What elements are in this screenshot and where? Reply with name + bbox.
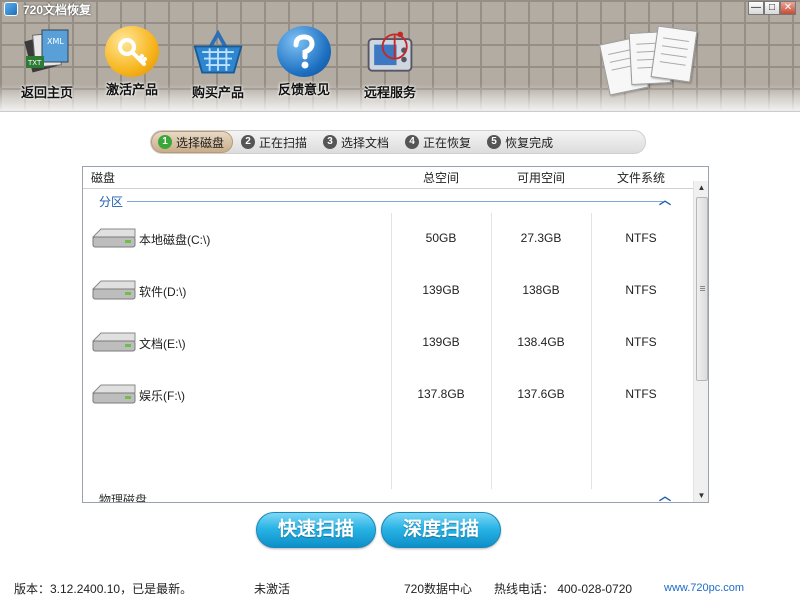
deep-scan-button[interactable]: 深度扫描	[381, 512, 501, 548]
header-total[interactable]: 总空间	[391, 167, 491, 189]
step-scanning: 2 正在扫描	[235, 131, 315, 153]
nav-remote-label: 远程服务	[363, 85, 416, 100]
disk-fs: NTFS	[625, 387, 657, 401]
table-row[interactable]: 本地磁盘(C:\) 50GB 27.3GB NTFS	[83, 213, 693, 265]
remote-service-icon	[363, 26, 417, 80]
table-header: 磁盘 总空间 可用空间 文件系统	[83, 167, 693, 189]
group-partitions[interactable]: 分区 ︿	[83, 189, 693, 213]
scroll-up-icon[interactable]: ▲	[694, 181, 708, 195]
step-number: 3	[323, 135, 338, 149]
hotline-text: 热线电话： 400-028-0720	[494, 582, 633, 596]
hard-drive-icon	[91, 228, 136, 248]
hard-drive-icon	[91, 280, 136, 300]
group-partitions-label: 分区	[99, 195, 124, 209]
disk-name: 本地磁盘(C:\)	[139, 233, 211, 247]
website-link[interactable]: www.720pc.com	[664, 582, 744, 594]
disk-fs: NTFS	[625, 335, 657, 349]
header-fs[interactable]: 文件系统	[591, 167, 691, 189]
help-icon	[277, 26, 331, 77]
step-complete: 5 恢复完成	[481, 131, 561, 153]
key-icon	[105, 26, 159, 77]
nav-activate[interactable]: 激活产品	[100, 26, 164, 98]
step-label: 正在扫描	[259, 135, 308, 150]
scroll-down-icon[interactable]: ▼	[694, 489, 708, 502]
table-row[interactable]: 娱乐(F:\) 137.8GB 137.6GB NTFS	[83, 369, 693, 421]
svg-text:TXT: TXT	[27, 59, 42, 67]
svg-text:XML: XML	[47, 37, 64, 46]
disk-name: 文档(E:\)	[139, 337, 186, 351]
disk-fs: NTFS	[625, 283, 657, 297]
disk-total: 139GB	[422, 335, 460, 349]
disk-free: 138.4GB	[517, 335, 565, 349]
title-bar: 720文档恢复	[0, 0, 800, 18]
nav-feedback[interactable]: 反馈意见	[272, 26, 336, 98]
group-physical-label: 物理磁盘	[99, 493, 148, 503]
app-icon	[4, 2, 18, 16]
step-number: 1	[158, 135, 172, 149]
data-center-link[interactable]: 720数据中心	[404, 580, 472, 597]
quick-scan-button[interactable]: 快速扫描	[256, 512, 376, 548]
window-title: 720文档恢复	[23, 2, 92, 17]
header-disk[interactable]: 磁盘	[91, 167, 115, 189]
step-label: 正在恢复	[423, 135, 472, 150]
disk-free: 27.3GB	[520, 231, 562, 245]
header-free[interactable]: 可用空间	[491, 167, 591, 189]
disk-list-panel: 磁盘 总空间 可用空间 文件系统 分区 ︿ 本地磁盘(C:\) 50GB 27.…	[82, 166, 709, 503]
nav-feedback-label: 反馈意见	[277, 82, 330, 97]
activation-status: 未激活	[254, 582, 291, 596]
step-number: 5	[487, 135, 502, 149]
disk-fs: NTFS	[625, 231, 657, 245]
nav-home-label: 返回主页	[20, 85, 73, 100]
step-label: 恢复完成	[505, 135, 554, 150]
nav-home[interactable]: XML TXT 返回主页	[16, 26, 78, 100]
version-status: 版本：3.12.2400.10，已是最新。	[14, 582, 193, 596]
disk-total: 137.8GB	[417, 387, 465, 401]
nav-remote[interactable]: 远程服务	[358, 26, 422, 100]
step-number: 4	[405, 135, 420, 149]
step-recovering: 4 正在恢复	[399, 131, 479, 153]
vertical-scrollbar[interactable]: ▲ ▼	[693, 181, 708, 502]
basket-icon	[191, 26, 245, 80]
scroll-thumb[interactable]	[696, 197, 708, 381]
disk-free: 138GB	[522, 283, 560, 297]
collapse-chevron-icon[interactable]: ︿	[659, 191, 671, 208]
documents-icon: XML TXT	[20, 26, 74, 80]
disk-name: 软件(D:\)	[139, 285, 187, 299]
disk-free: 137.6GB	[517, 387, 565, 401]
papers-decoration	[599, 25, 698, 98]
step-number: 2	[241, 135, 256, 149]
collapse-chevron-icon[interactable]: ︿	[659, 487, 671, 502]
table-row[interactable]: 文档(E:\) 139GB 138.4GB NTFS	[83, 317, 693, 369]
step-label: 选择文档	[341, 135, 390, 150]
group-divider	[127, 201, 663, 202]
step-select-docs: 3 选择文档	[317, 131, 397, 153]
disk-total: 50GB	[425, 231, 457, 245]
step-progress: 1 选择磁盘 2 正在扫描 3 选择文档 4 正在恢复 5 恢复完成	[150, 130, 646, 154]
disk-total: 139GB	[422, 283, 460, 297]
step-label: 选择磁盘	[176, 135, 225, 150]
nav-activate-label: 激活产品	[105, 82, 158, 97]
table-row[interactable]: 软件(D:\) 139GB 138GB NTFS	[83, 265, 693, 317]
hard-drive-icon	[91, 384, 136, 404]
nav-buy-label: 购买产品	[191, 85, 244, 100]
nav-buy[interactable]: 购买产品	[186, 26, 250, 100]
disk-name: 娱乐(F:\)	[139, 389, 185, 403]
group-physical[interactable]: 物理磁盘 ︿	[83, 487, 693, 503]
step-select-disk: 1 选择磁盘	[151, 131, 234, 153]
hard-drive-icon	[91, 332, 136, 352]
